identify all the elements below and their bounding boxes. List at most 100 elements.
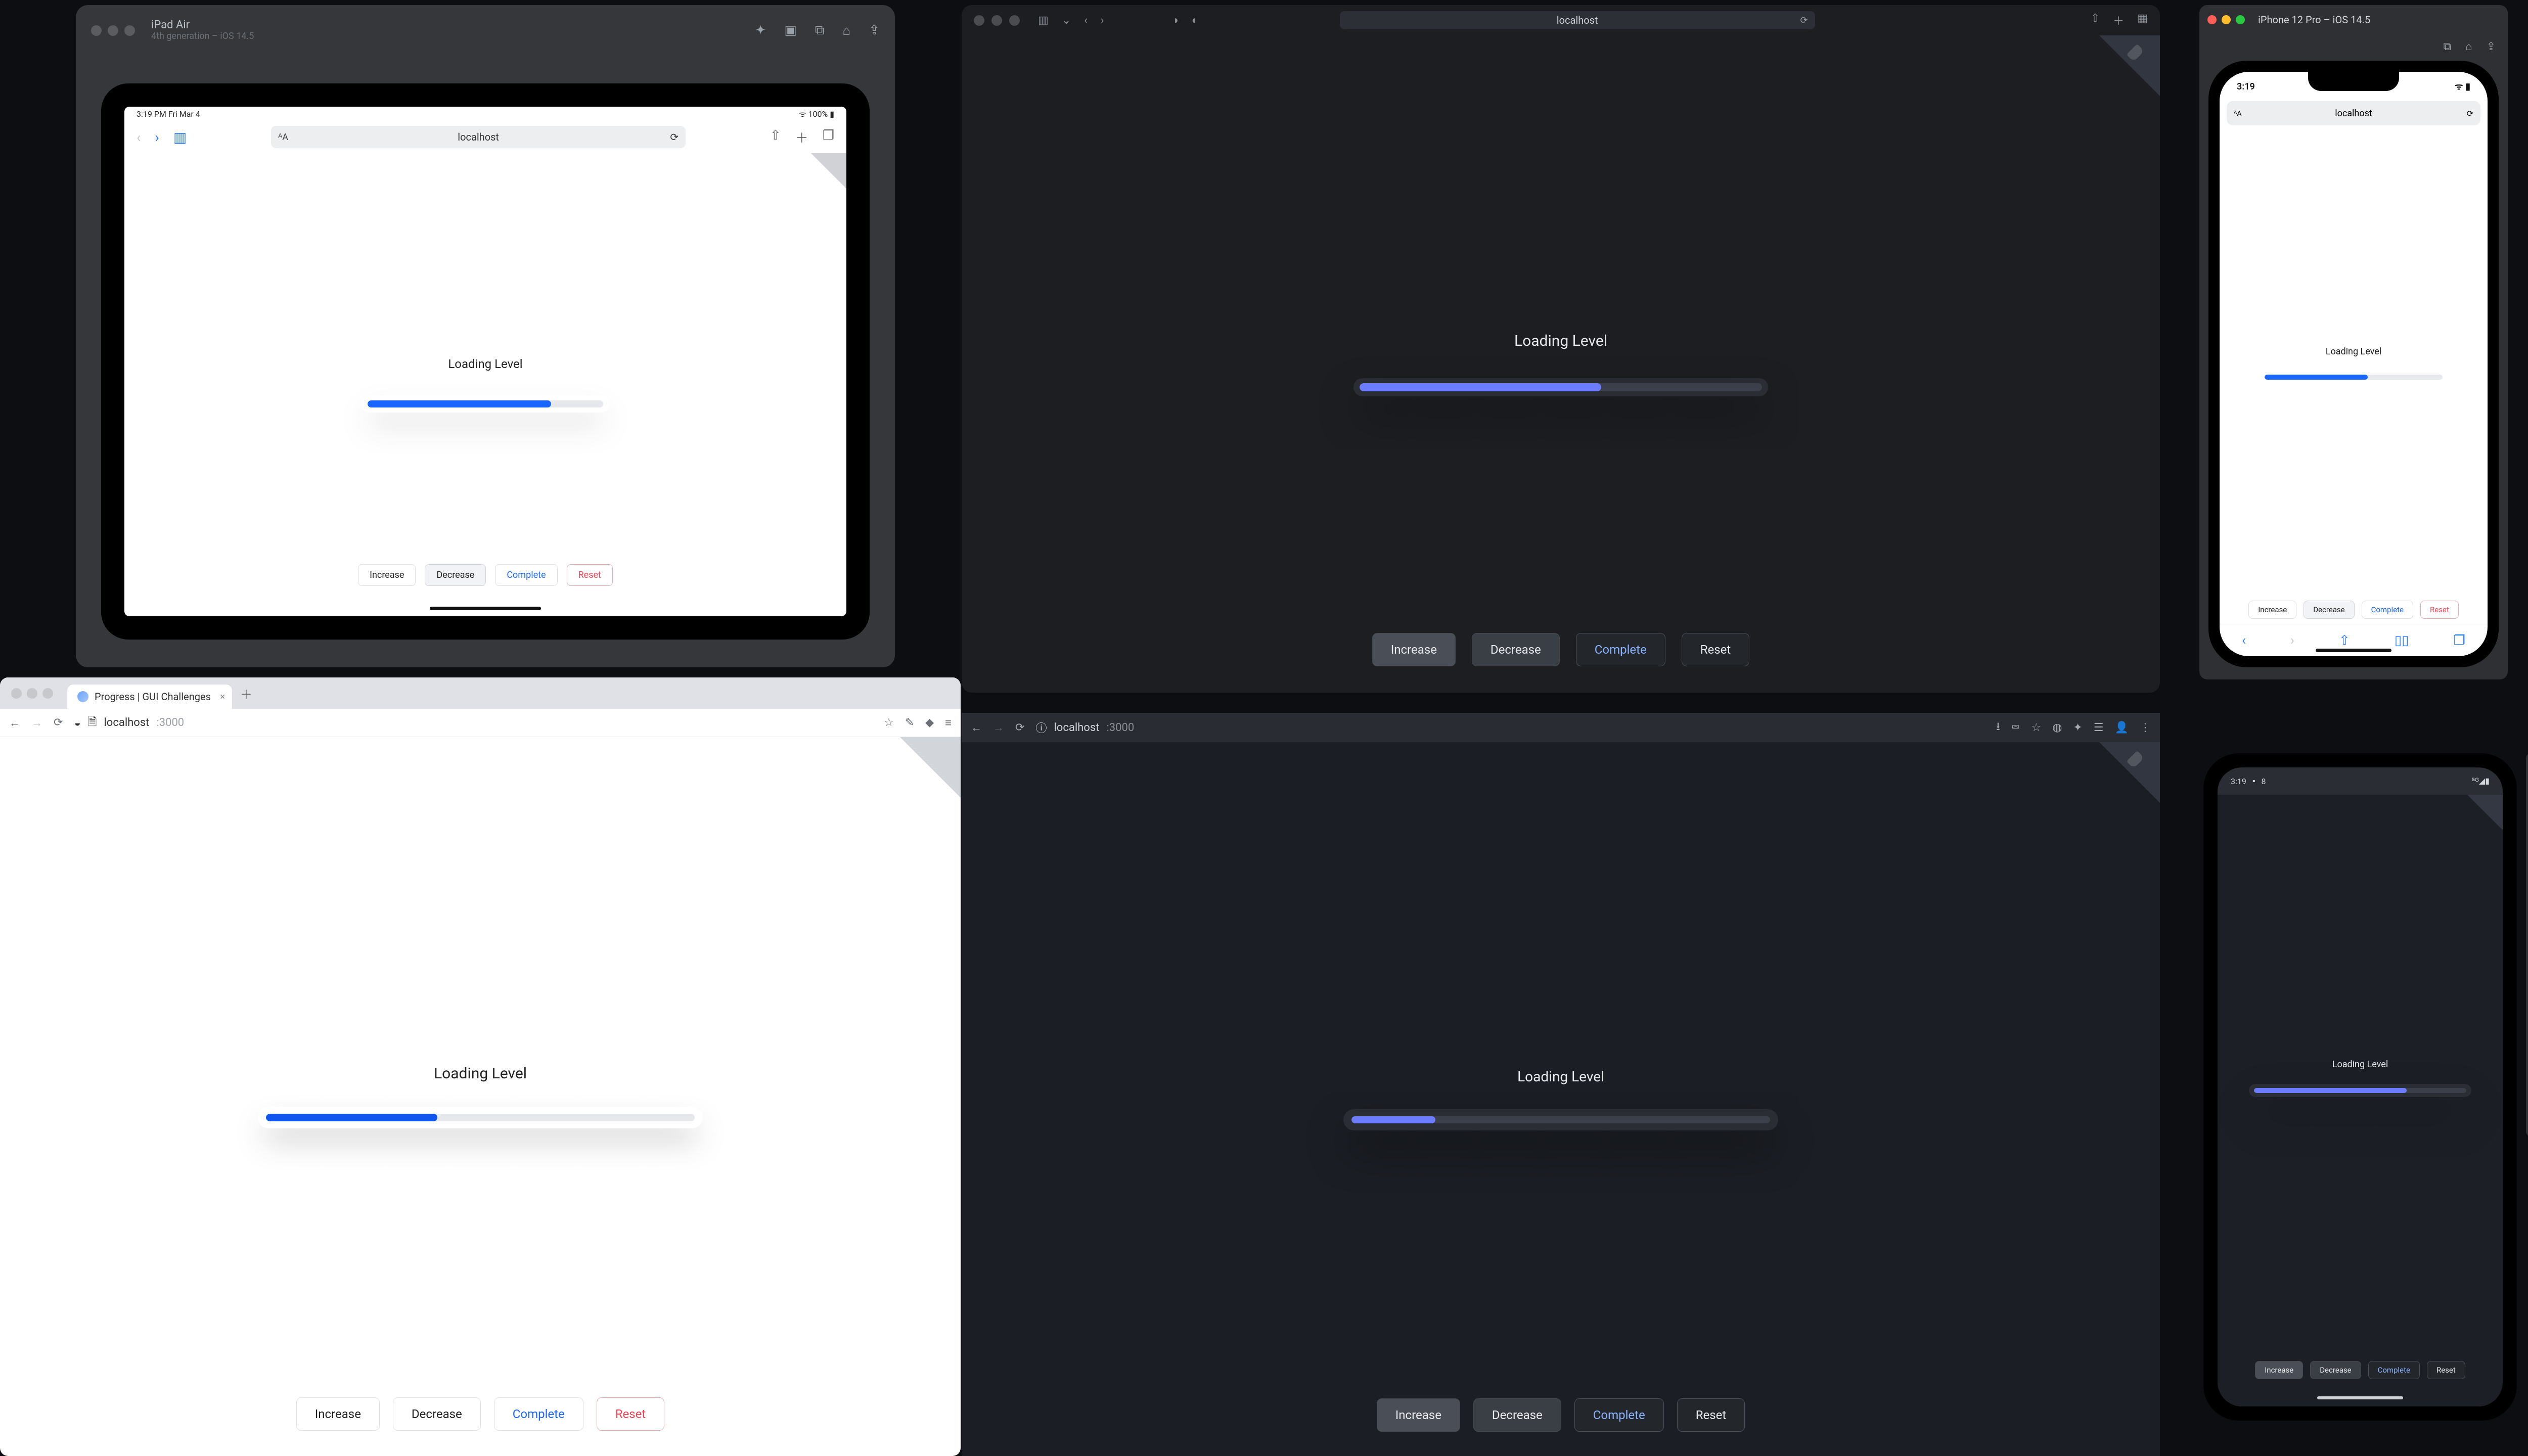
close-icon[interactable] xyxy=(2207,15,2217,24)
appearance-icon[interactable]: ◐ xyxy=(1192,14,1198,27)
visbug-corner-icon[interactable] xyxy=(2099,35,2160,96)
tabs-overview-icon[interactable]: ▦ xyxy=(2137,12,2148,28)
shield-icon[interactable]: ◒ xyxy=(74,716,80,730)
chevron-down-icon[interactable]: ⌄ xyxy=(1062,14,1071,27)
decrease-button[interactable]: Decrease xyxy=(2304,601,2354,619)
home-icon[interactable]: ⌂ xyxy=(2465,40,2472,53)
complete-button[interactable]: Complete xyxy=(494,1397,583,1431)
close-tab-icon[interactable]: × xyxy=(220,692,225,702)
share-icon[interactable]: ⇧ xyxy=(770,128,781,147)
minimize-icon[interactable] xyxy=(2222,15,2231,24)
back-icon[interactable]: ‹ xyxy=(1084,14,1088,27)
increase-button[interactable]: Increase xyxy=(2248,601,2296,619)
back-icon[interactable]: ← xyxy=(971,721,982,734)
increase-button[interactable]: Increase xyxy=(1377,1398,1460,1432)
star-icon[interactable]: ☆ xyxy=(2031,721,2041,734)
minimize-icon[interactable] xyxy=(991,15,1002,26)
reload-icon[interactable]: ⟳ xyxy=(2467,109,2473,118)
site-info-icon[interactable]: ⓘ xyxy=(1035,719,1047,736)
increase-button[interactable]: Increase xyxy=(2255,1361,2303,1379)
record-icon[interactable]: ⧉ xyxy=(815,23,825,38)
home-icon[interactable]: ⌂ xyxy=(842,23,850,38)
minimize-icon[interactable] xyxy=(108,25,118,36)
visbug-corner-icon[interactable] xyxy=(2467,795,2503,830)
close-icon[interactable] xyxy=(11,688,22,699)
screenshot-icon[interactable]: ⧉ xyxy=(2444,40,2452,53)
tabs-icon[interactable]: ❐ xyxy=(2454,633,2465,648)
reading-list-icon[interactable]: ☰ xyxy=(2094,721,2104,734)
new-tab-icon[interactable]: ＋ xyxy=(795,128,808,147)
decrease-button[interactable]: Decrease xyxy=(2310,1361,2361,1379)
share-icon[interactable]: ⇧ xyxy=(2339,633,2350,648)
reader-aa-icon[interactable]: ᴬA xyxy=(278,132,288,143)
increase-button[interactable]: Increase xyxy=(358,564,416,586)
reset-button[interactable]: Reset xyxy=(597,1397,664,1431)
reader-aa-icon[interactable]: ᴬA xyxy=(2234,109,2241,118)
zoom-icon[interactable] xyxy=(42,688,53,699)
share-icon[interactable]: ⇧ xyxy=(2091,12,2100,28)
close-icon[interactable] xyxy=(974,15,984,26)
home-indicator[interactable] xyxy=(2316,649,2391,652)
home-indicator[interactable] xyxy=(430,607,541,610)
decrease-button[interactable]: Decrease xyxy=(1472,633,1560,666)
address-bar[interactable]: ᴬA localhost ⟳ xyxy=(2227,101,2480,125)
reset-button[interactable]: Reset xyxy=(1677,1398,1745,1432)
close-icon[interactable] xyxy=(91,25,102,36)
menu-icon[interactable]: ≡ xyxy=(945,716,952,730)
forward-icon[interactable]: › xyxy=(1101,14,1104,27)
extension-icon[interactable]: ◆ xyxy=(925,716,934,729)
reload-icon[interactable]: ⟳ xyxy=(670,131,679,143)
decrease-button[interactable]: Decrease xyxy=(425,564,486,586)
back-icon[interactable]: ← xyxy=(9,716,20,730)
extension-visbug-icon[interactable]: ✎ xyxy=(905,716,914,729)
zoom-icon[interactable] xyxy=(2236,15,2245,24)
reset-button[interactable]: Reset xyxy=(2427,1361,2465,1379)
screenshot-icon[interactable]: ▣ xyxy=(784,23,797,38)
reset-button[interactable]: Reset xyxy=(567,564,613,586)
share-icon[interactable]: ⇪ xyxy=(869,23,880,38)
visbug-corner-icon[interactable] xyxy=(811,153,846,189)
back-icon[interactable]: ‹ xyxy=(2242,633,2246,648)
reload-icon[interactable]: ⟳ xyxy=(54,716,63,729)
tab-progress[interactable]: Progress | GUI Challenges × xyxy=(67,685,232,709)
zoom-icon[interactable] xyxy=(1009,15,1020,26)
forward-icon[interactable]: → xyxy=(993,721,1004,734)
address-bar[interactable]: ⓘ localhost:3000 xyxy=(1035,719,1985,736)
tabs-icon[interactable]: ❐ xyxy=(823,128,834,147)
complete-button[interactable]: Complete xyxy=(2368,1361,2420,1379)
decrease-button[interactable]: Decrease xyxy=(1473,1398,1561,1432)
complete-button[interactable]: Complete xyxy=(1576,633,1665,666)
complete-button[interactable]: Complete xyxy=(495,564,557,586)
address-bar[interactable]: localhost ⟳ xyxy=(1340,11,1815,29)
pin-icon[interactable]: ✦ xyxy=(755,23,766,38)
site-info-icon[interactable]: 🗎 xyxy=(88,713,97,733)
sidebar-icon[interactable]: ▥ xyxy=(1038,14,1049,27)
address-bar[interactable]: ᴬA localhost ⟳ xyxy=(271,126,686,148)
install-icon[interactable]: ⭳ xyxy=(1996,718,2000,737)
increase-button[interactable]: Increase xyxy=(296,1397,380,1431)
forward-icon[interactable]: › xyxy=(2290,633,2294,648)
reset-button[interactable]: Reset xyxy=(1682,633,1749,666)
complete-button[interactable]: Complete xyxy=(1574,1398,1664,1432)
sidebar-icon[interactable]: ▥ xyxy=(173,129,187,146)
star-icon[interactable]: ☆ xyxy=(884,716,894,729)
back-icon[interactable]: ‹ xyxy=(137,129,141,146)
bookmarks-icon[interactable]: ▯▯ xyxy=(2395,633,2409,648)
share-icon[interactable]: ⇪ xyxy=(2487,40,2496,53)
complete-button[interactable]: Complete xyxy=(2362,601,2413,619)
forward-icon[interactable]: › xyxy=(155,129,159,146)
profile-icon[interactable]: 👤 xyxy=(2115,721,2129,734)
increase-button[interactable]: Increase xyxy=(1372,633,1456,666)
visbug-corner-icon[interactable] xyxy=(900,737,961,798)
menu-icon[interactable]: ⋮ xyxy=(2140,721,2151,734)
forward-icon[interactable]: → xyxy=(31,716,42,730)
reload-icon[interactable]: ⟳ xyxy=(1800,15,1808,26)
shield-icon[interactable]: ◑ xyxy=(1171,14,1178,27)
reset-button[interactable]: Reset xyxy=(2420,601,2459,619)
address-bar[interactable]: ◒ 🗎 localhost:3000 xyxy=(74,713,873,733)
zoom-icon[interactable] xyxy=(124,25,135,36)
decrease-button[interactable]: Decrease xyxy=(393,1397,481,1431)
extension-icon[interactable]: ◍ xyxy=(2052,721,2062,734)
visbug-corner-icon[interactable] xyxy=(2099,742,2160,803)
new-tab-icon[interactable]: ＋ xyxy=(2113,12,2124,28)
